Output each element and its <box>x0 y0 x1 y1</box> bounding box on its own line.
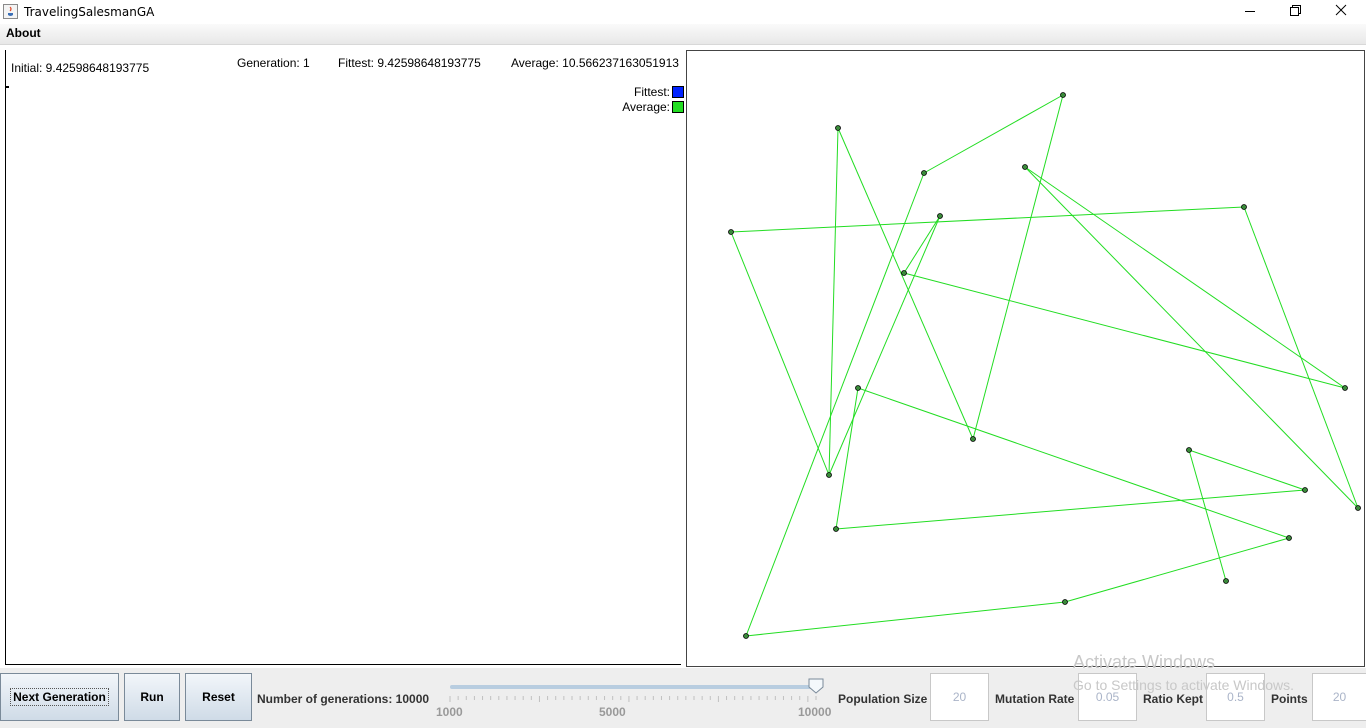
city-point <box>835 125 841 131</box>
city-point <box>921 170 927 176</box>
tour-edge <box>835 489 1306 530</box>
city-point <box>1302 487 1308 493</box>
legend-fittest-label: Fittest: <box>633 85 670 99</box>
tour-edge <box>1064 537 1290 603</box>
city-point <box>970 436 976 442</box>
tour-edge <box>903 215 941 274</box>
population-size-field[interactable]: 20 <box>930 673 989 721</box>
fittest-stat: Fittest: 9.42598648193775 <box>338 56 481 70</box>
population-size-label: Population Size <box>838 692 928 706</box>
next-generation-button[interactable]: Next Generation <box>0 673 119 721</box>
next-generation-label: Next Generation <box>10 688 109 706</box>
points-field[interactable]: 20 <box>1312 673 1366 721</box>
tour-map-panel <box>686 50 1365 667</box>
tour-edge <box>730 206 1245 233</box>
city-point <box>1186 447 1192 453</box>
city-point <box>728 229 734 235</box>
slider-track <box>449 678 824 702</box>
legend-average-label: Average: <box>622 100 670 114</box>
city-point <box>855 385 861 391</box>
graph-start-marker <box>6 86 9 88</box>
city-point <box>1062 599 1068 605</box>
points-label: Points <box>1271 692 1308 706</box>
tour-edge <box>828 215 941 476</box>
generation-stat: Generation: 1 <box>237 56 310 70</box>
minimize-icon <box>1245 11 1255 12</box>
mutation-rate-label: Mutation Rate <box>995 692 1075 706</box>
tour-edge <box>730 231 830 476</box>
city-point <box>1060 92 1066 98</box>
tour-edge <box>835 387 859 530</box>
activation-watermark-text: Go to Settings to activate Windows. <box>1073 677 1294 693</box>
tour-edge <box>903 272 1346 389</box>
tour-edge <box>1188 449 1306 491</box>
city-point <box>1342 385 1348 391</box>
restore-button[interactable] <box>1273 0 1319 24</box>
city-point <box>937 213 943 219</box>
num-generations-label: Number of generations: 10000 <box>257 692 430 706</box>
ratio-kept-label: Ratio Kept <box>1143 692 1203 706</box>
close-button[interactable] <box>1318 0 1364 24</box>
tour-edge <box>828 127 839 476</box>
city-point <box>1223 578 1229 584</box>
menu-bar: About <box>0 24 1366 45</box>
tour-edge <box>1024 166 1359 509</box>
tour-edge <box>1024 166 1346 389</box>
city-point <box>1286 535 1292 541</box>
legend-average-swatch <box>672 101 684 113</box>
slider-tick-1000: 1000 <box>436 705 463 719</box>
tour-edge <box>923 94 1064 174</box>
window-title: TravelingSalesmanGA <box>24 5 155 19</box>
tour-edge <box>972 94 1064 440</box>
legend-fittest-swatch <box>672 86 684 98</box>
reset-button[interactable]: Reset <box>185 673 252 721</box>
city-point <box>901 270 907 276</box>
city-point <box>826 472 832 478</box>
city-point <box>833 526 839 532</box>
city-point <box>1355 505 1361 511</box>
fitness-graph-panel: Initial: 9.42598648193775 Generation: 1 … <box>5 50 684 665</box>
run-button[interactable]: Run <box>124 673 180 721</box>
generations-slider[interactable]: 1000 5000 10000 <box>436 672 832 724</box>
average-stat: Average: 10.566237163051913 <box>511 56 679 70</box>
tour-map <box>728 92 1361 639</box>
city-point <box>1022 164 1028 170</box>
activation-watermark-title: Activate Windows <box>1073 652 1216 672</box>
close-icon <box>1335 4 1347 16</box>
initial-stat: Initial: 9.42598648193775 <box>11 61 150 75</box>
restore-icon <box>1290 5 1301 16</box>
tour-edge <box>745 601 1066 637</box>
tour-edge <box>1243 206 1359 509</box>
menu-about[interactable]: About <box>6 26 41 40</box>
city-point <box>743 633 749 639</box>
java-app-icon <box>3 4 18 19</box>
slider-tick-5000: 5000 <box>599 705 626 719</box>
minimize-button[interactable] <box>1228 0 1274 24</box>
title-bar: TravelingSalesmanGA <box>0 0 1366 24</box>
slider-thumb[interactable] <box>808 678 824 694</box>
tour-edge <box>837 127 974 440</box>
city-point <box>1241 204 1247 210</box>
slider-tick-10000: 10000 <box>798 705 832 719</box>
tour-edge <box>857 387 1290 539</box>
